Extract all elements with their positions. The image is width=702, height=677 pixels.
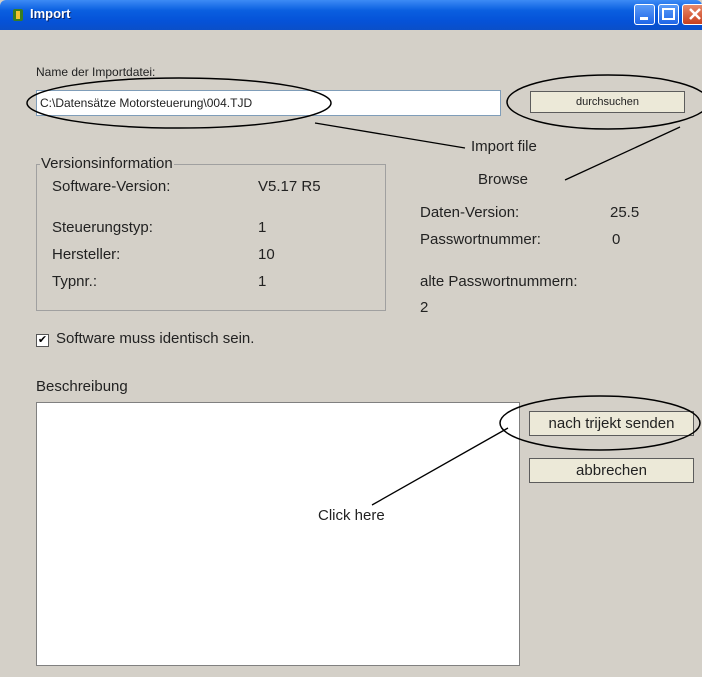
- steuerungstyp-label: Steuerungstyp:: [52, 219, 153, 236]
- send-button[interactable]: nach trijekt senden: [529, 411, 694, 436]
- import-file-label: Name der Importdatei:: [36, 65, 156, 79]
- cancel-button[interactable]: abbrechen: [529, 458, 694, 483]
- hersteller-label: Hersteller:: [52, 246, 121, 263]
- minimize-button[interactable]: [634, 4, 655, 25]
- browse-button[interactable]: durchsuchen: [530, 91, 685, 113]
- alte-passwortnummern-value: 2: [420, 299, 429, 316]
- browse-pointer-line: [564, 126, 681, 181]
- typnr-value: 1: [258, 273, 267, 290]
- maximize-button[interactable]: [658, 4, 679, 25]
- description-textarea[interactable]: [36, 402, 520, 666]
- import-file-annotation: Import file: [471, 138, 537, 155]
- app-icon: [10, 7, 26, 23]
- close-button[interactable]: [682, 4, 702, 25]
- software-version-label: Software-Version:: [52, 178, 171, 195]
- import-file-path: C:\Datensätze Motorsteuerung\004.TJD: [40, 96, 253, 110]
- alte-passwortnummern-label: alte Passwortnummern:: [420, 273, 578, 290]
- passwortnummer-label: Passwortnummer:: [420, 231, 541, 248]
- hersteller-value: 10: [258, 246, 275, 263]
- description-label: Beschreibung: [36, 378, 128, 395]
- passwortnummer-value: 0: [612, 231, 621, 248]
- import-file-input[interactable]: C:\Datensätze Motorsteuerung\004.TJD: [36, 90, 501, 116]
- import-dialog: Import Name der Importdatei: C:\Datensät…: [0, 0, 702, 677]
- browse-annotation: Browse: [478, 171, 529, 188]
- software-identical-checkbox[interactable]: ✔: [36, 334, 49, 347]
- daten-version-value: 25.5: [610, 204, 640, 221]
- click-here-annotation: Click here: [318, 507, 385, 524]
- import-file-pointer-line: [314, 122, 466, 149]
- version-info-legend: Versionsinformation: [40, 155, 174, 172]
- window-title: Import: [30, 6, 71, 21]
- software-version-value: V5.17 R5: [258, 178, 321, 195]
- software-identical-label: Software muss identisch sein.: [56, 330, 255, 347]
- daten-version-label: Daten-Version:: [420, 204, 520, 221]
- typnr-label: Typnr.:: [52, 273, 98, 290]
- steuerungstyp-value: 1: [258, 219, 267, 236]
- title-bar[interactable]: Import: [0, 0, 702, 30]
